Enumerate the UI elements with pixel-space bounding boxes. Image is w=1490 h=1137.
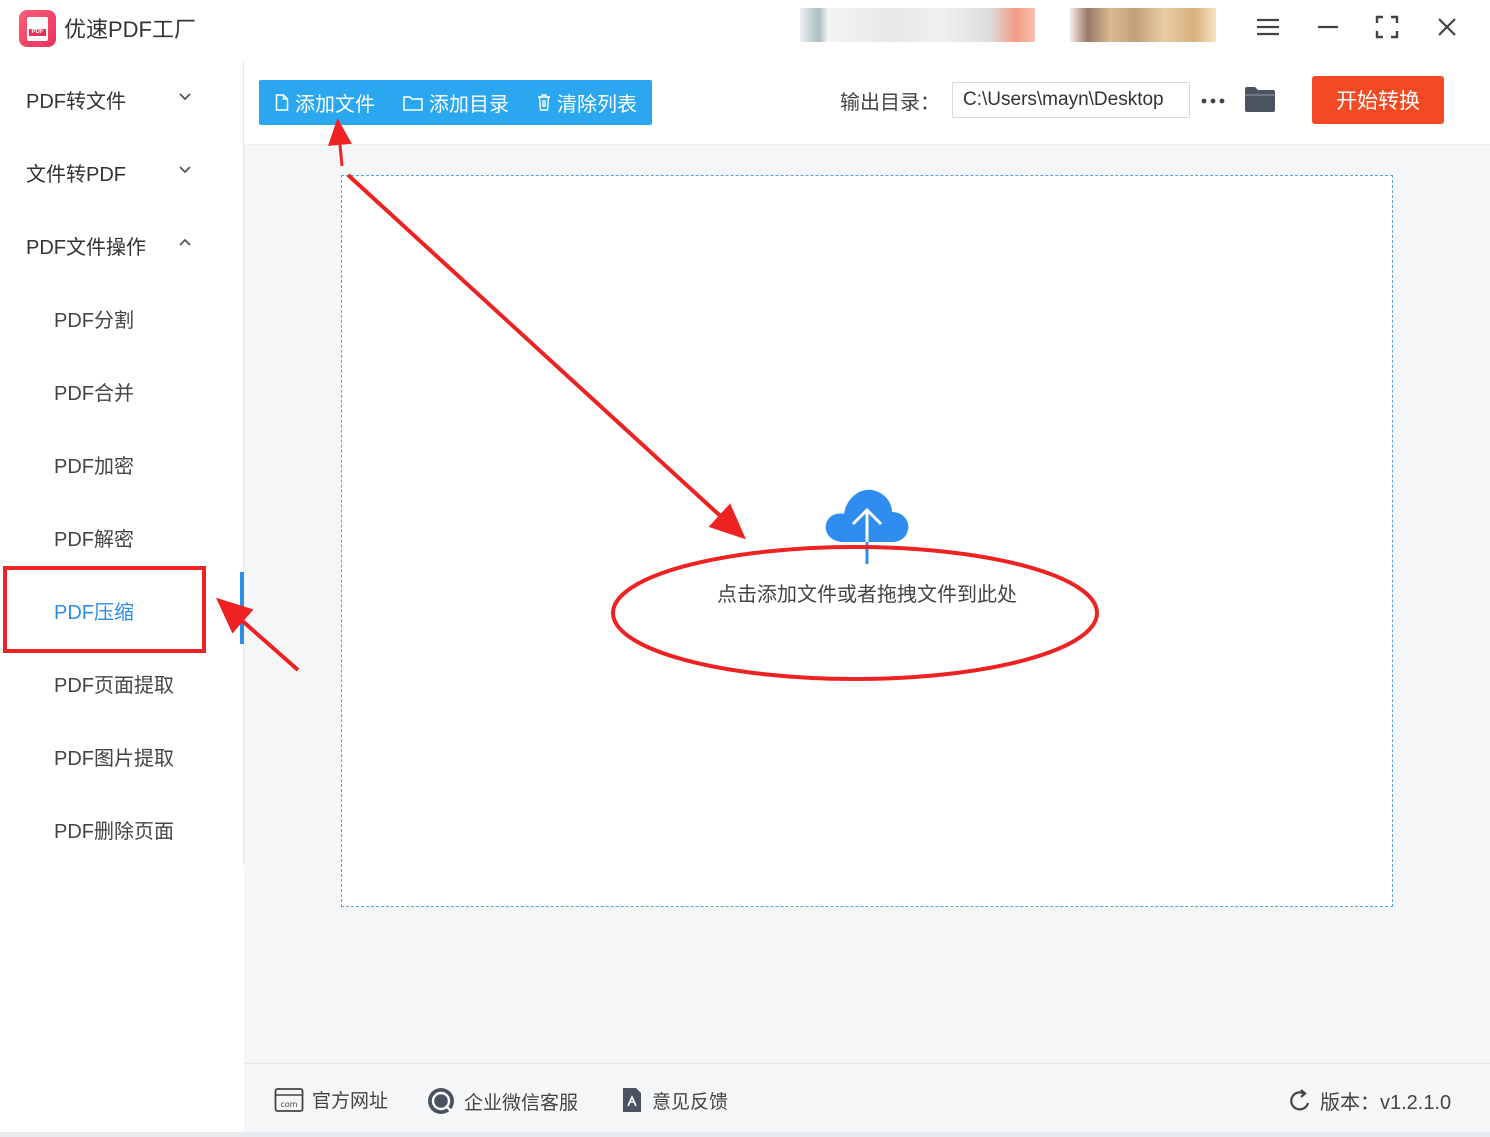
output-dir-input[interactable]: C:\Users\mayn\Desktop [952, 82, 1190, 118]
wechat-icon [428, 1088, 454, 1114]
version-label: 版本：v1.2.1.0 [1320, 1092, 1452, 1114]
sidebar-item-pdf-image-extract[interactable]: PDF图片提取 [54, 742, 174, 771]
sidebar-group-file-to-pdf[interactable]: 文件转PDF [26, 158, 126, 187]
maximize-icon[interactable] [1370, 10, 1404, 44]
dropzone-hint: 点击添加文件或者拖拽文件到此处 [717, 584, 1017, 606]
open-folder-icon[interactable] [1244, 85, 1276, 113]
chevron-down-icon[interactable] [178, 163, 192, 177]
sidebar-item-pdf-merge[interactable]: PDF合并 [54, 377, 134, 406]
feedback-link[interactable]: 意见反馈 [620, 1086, 728, 1114]
add-directory-label: 添加目录 [429, 94, 509, 116]
wechat-support-link[interactable]: 企业微信客服 [426, 1086, 578, 1116]
app-logo-icon: PDF [19, 10, 56, 47]
chevron-down-icon[interactable] [178, 90, 192, 104]
sidebar-item-pdf-page-extract[interactable]: PDF页面提取 [54, 669, 174, 698]
sidebar-group-label: PDF文件操作 [26, 237, 146, 259]
add-file-label: 添加文件 [295, 94, 375, 116]
sidebar-group-label: PDF转文件 [26, 91, 126, 113]
cloud-upload-icon [825, 489, 909, 564]
svg-text:com: com [280, 1100, 297, 1109]
wechat-label: 企业微信客服 [464, 1092, 579, 1114]
add-directory-button[interactable]: 添加目录 [403, 80, 509, 125]
bottom-strip [0, 1132, 1490, 1137]
sidebar-item-pdf-split[interactable]: PDF分割 [54, 304, 134, 333]
sidebar-group-label: 文件转PDF [26, 164, 126, 186]
blurred-area [1070, 8, 1216, 42]
website-label: 官方网址 [312, 1091, 389, 1112]
sidebar-item-pdf-decrypt[interactable]: PDF解密 [54, 523, 134, 552]
refresh-icon [1290, 1088, 1310, 1110]
folder-icon [403, 95, 423, 111]
sidebar-item-pdf-encrypt[interactable]: PDF加密 [54, 450, 134, 479]
app-title: 优速PDF工厂 [64, 17, 197, 42]
clear-list-label: 清除列表 [557, 94, 637, 116]
highlight-box [3, 566, 206, 653]
trash-icon [538, 94, 550, 111]
close-icon[interactable] [1430, 10, 1464, 44]
output-dir-label: 输出目录： [840, 92, 940, 114]
menu-icon[interactable] [1251, 10, 1285, 44]
sidebar-group-pdf-to-file[interactable]: PDF转文件 [26, 85, 126, 114]
sidebar-item-pdf-delete-pages[interactable]: PDF删除页面 [54, 815, 174, 844]
file-button-group: 添加文件 添加目录 清除列表 [259, 80, 652, 125]
website-icon: com [274, 1087, 304, 1112]
clear-list-button[interactable]: 清除列表 [537, 80, 637, 125]
sidebar-group-pdf-operations[interactable]: PDF文件操作 [26, 231, 146, 260]
title-bar: PDF 优速PDF工厂 [0, 0, 1490, 54]
feedback-icon [623, 1088, 641, 1112]
feedback-label: 意见反馈 [652, 1091, 729, 1113]
more-icon[interactable] [1201, 98, 1225, 104]
minimize-icon[interactable] [1311, 10, 1345, 44]
file-icon [275, 94, 289, 111]
start-convert-button[interactable]: 开始转换 [1312, 76, 1444, 124]
blurred-area [800, 8, 1035, 42]
version-info[interactable]: 版本：v1.2.1.0 [1288, 1086, 1451, 1115]
add-file-button[interactable]: 添加文件 [275, 80, 375, 125]
website-link[interactable]: com 官方网址 [274, 1086, 388, 1113]
chevron-up-icon[interactable] [178, 235, 192, 249]
